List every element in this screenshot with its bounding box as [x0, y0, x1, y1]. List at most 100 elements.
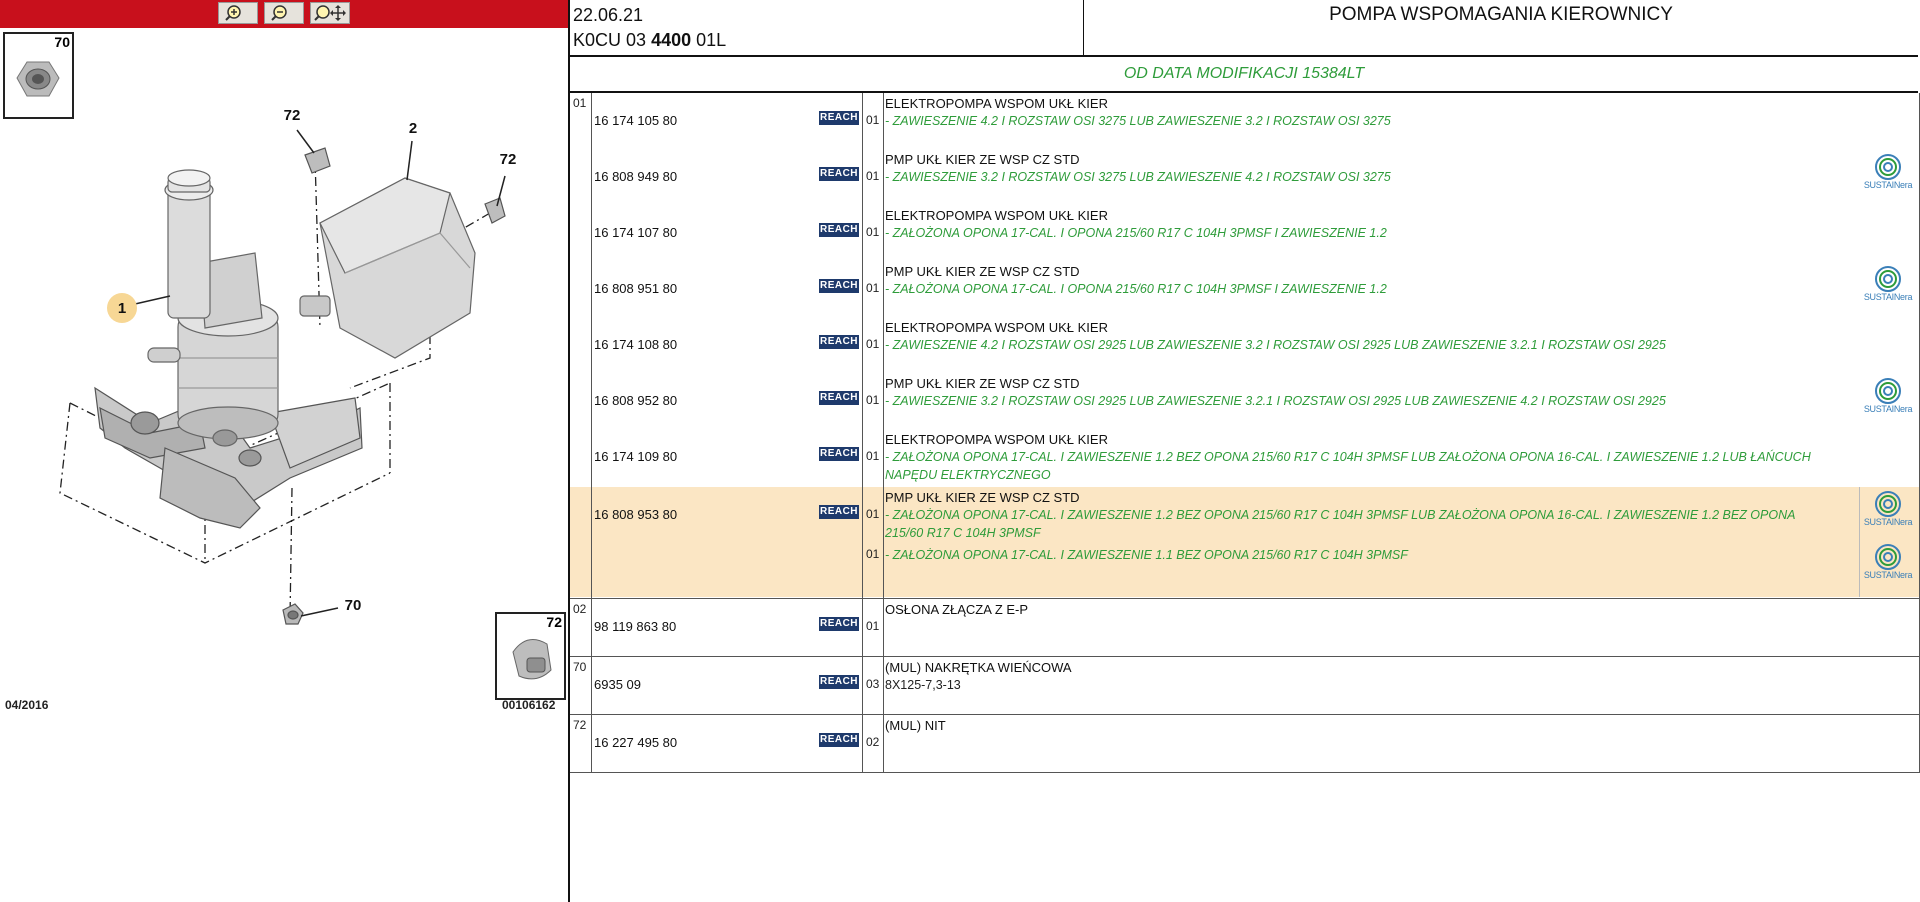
- part-title: ELEKTROPOMPA WSPOM UKŁ KIER: [885, 96, 1108, 111]
- column-divider: [862, 715, 863, 772]
- part-condition: 8X125-7,3-13: [885, 678, 961, 692]
- table-row[interactable]: 16 808 953 80 REACH 01 PMP UKŁ KIER ZE WSP …: [570, 487, 1919, 597]
- parts-table: 16 174 105 80 REACH 01 ELEKTROPOMPA WSPOM U…: [570, 93, 1920, 773]
- table-row[interactable]: 16 808 949 80 REACH 01 PMP UKŁ KIER ZE WSP …: [570, 149, 1919, 205]
- reach-badge: REACH: [819, 675, 859, 689]
- reach-badge: REACH: [819, 335, 859, 349]
- part-number[interactable]: 16 227 495 80: [594, 735, 677, 750]
- column-divider: [883, 657, 884, 714]
- table-row[interactable]: 16 174 105 80 REACH 01 ELEKTROPOMPA WSPOM U…: [570, 93, 1919, 149]
- callout-70[interactable]: 70: [345, 597, 362, 614]
- parts-header: 22.06.21 K0CU 03 4400 01L POMPA WSPOMAGA…: [570, 0, 1918, 57]
- sustainera-label: SUSTAINera: [1863, 292, 1913, 302]
- part-number[interactable]: 16 808 949 80: [594, 169, 677, 184]
- thumbnail-part-72[interactable]: 72: [495, 612, 566, 700]
- table-row[interactable]: 98 119 863 80 REACH 01 OSŁONA ZŁĄCZA Z E-P: [570, 599, 1919, 655]
- part-condition: - ZAWIESZENIE 4.2 I ROZSTAW OSI 3275 LUB…: [885, 114, 1391, 128]
- part-title: PMP UKŁ KIER ZE WSP CZ STD: [885, 152, 1080, 167]
- quantity: 01: [866, 169, 880, 183]
- page-title: POMPA WSPOMAGANIA KIEROWNICY: [1329, 4, 1673, 25]
- part-title: (MUL) NAKRĘTKA WIEŃCOWA: [885, 660, 1072, 675]
- part-number[interactable]: 16 174 107 80: [594, 225, 677, 240]
- table-row[interactable]: 6935 09 REACH 03 (MUL) NAKRĘTKA WIEŃCOWA 8X1…: [570, 657, 1919, 713]
- part-condition: - ZAŁOŻONA OPONA 17-CAL. I OPONA 215/60 …: [885, 226, 1387, 240]
- part-number[interactable]: 6935 09: [594, 677, 641, 692]
- quantity: 01: [866, 507, 880, 521]
- sustainera-icon: [1875, 544, 1901, 570]
- column-divider: [591, 599, 592, 656]
- callout-72b[interactable]: 72: [500, 151, 517, 168]
- zoom-in-button[interactable]: [218, 2, 258, 24]
- column-divider: [883, 599, 884, 656]
- quantity: 01: [866, 619, 880, 633]
- part-number[interactable]: 16 174 105 80: [594, 113, 677, 128]
- part-number[interactable]: 16 808 951 80: [594, 281, 677, 296]
- table-row[interactable]: 16 227 495 80 REACH 02 (MUL) NIT: [570, 715, 1919, 771]
- column-divider: [591, 657, 592, 714]
- group-ref-number: 72: [573, 718, 587, 732]
- callout-1[interactable]: 1: [118, 300, 126, 317]
- sustainera-badge[interactable]: SUSTAINera: [1860, 265, 1916, 315]
- part-group: 6935 09 REACH 03 (MUL) NAKRĘTKA WIEŃCOWA 8X1…: [570, 657, 1919, 715]
- part-title: PMP UKŁ KIER ZE WSP CZ STD: [885, 264, 1080, 279]
- table-row[interactable]: 16 808 951 80 REACH 01 PMP UKŁ KIER ZE WSP …: [570, 261, 1919, 317]
- quantity: 01: [866, 337, 880, 351]
- zoom-out-icon: [271, 5, 287, 21]
- part-title: ELEKTROPOMPA WSPOM UKŁ KIER: [885, 320, 1108, 335]
- column-divider: [862, 93, 863, 598]
- table-row[interactable]: 16 174 108 80 REACH 01 ELEKTROPOMPA WSPOM U…: [570, 317, 1919, 373]
- reach-badge: REACH: [819, 223, 859, 237]
- diagram-date: 04/2016: [5, 698, 49, 712]
- quantity: 02: [866, 735, 880, 749]
- reach-badge: REACH: [819, 279, 859, 293]
- column-divider: [591, 93, 592, 598]
- part-title: OSŁONA ZŁĄCZA Z E-P: [885, 602, 1029, 617]
- group-ref-number: 02: [573, 602, 587, 616]
- part-number[interactable]: 16 808 952 80: [594, 393, 677, 408]
- zoom-out-button[interactable]: [264, 2, 304, 24]
- part-group: 98 119 863 80 REACH 01 OSŁONA ZŁĄCZA Z E-P 0…: [570, 599, 1919, 657]
- sustainera-label: SUSTAINera: [1863, 404, 1913, 414]
- part-number[interactable]: 98 119 863 80: [594, 619, 676, 634]
- table-row[interactable]: 16 174 107 80 REACH 01 ELEKTROPOMPA WSPOM U…: [570, 205, 1919, 261]
- column-divider: [883, 715, 884, 772]
- part-number[interactable]: 16 174 108 80: [594, 337, 677, 352]
- reach-badge: REACH: [819, 111, 859, 125]
- callout-72a[interactable]: 72: [284, 107, 301, 124]
- part-title: ELEKTROPOMPA WSPOM UKŁ KIER: [885, 208, 1108, 223]
- part-condition: - ZAŁOŻONA OPONA 17-CAL. I ZAWIESZENIE 1…: [885, 450, 1811, 482]
- part-condition: - ZAWIESZENIE 3.2 I ROZSTAW OSI 2925 LUB…: [885, 394, 1666, 408]
- viewer-toolbar: [0, 0, 569, 28]
- reach-badge: REACH: [819, 447, 859, 461]
- sustainera-label: SUSTAINera: [1863, 570, 1913, 580]
- sustainera-badge[interactable]: SUSTAINera: [1860, 490, 1916, 540]
- part-title: PMP UKŁ KIER ZE WSP CZ STD: [885, 490, 1080, 505]
- reach-badge: REACH: [819, 391, 859, 405]
- part-number[interactable]: 16 174 109 80: [594, 449, 677, 464]
- sustainera-label: SUSTAINera: [1863, 517, 1913, 527]
- sustainera-icon: [1875, 491, 1901, 517]
- quantity: 01: [866, 449, 880, 463]
- sustainera-label: SUSTAINera: [1863, 180, 1913, 190]
- sustain-separator: [1859, 487, 1860, 597]
- part-title: ELEKTROPOMPA WSPOM UKŁ KIER: [885, 432, 1108, 447]
- sustainera-badge[interactable]: SUSTAINera: [1860, 153, 1916, 203]
- sustainera-badge[interactable]: SUSTAINera: [1860, 543, 1916, 593]
- table-row[interactable]: 16 808 952 80 REACH 01 PMP UKŁ KIER ZE WSP …: [570, 373, 1919, 429]
- reach-badge: REACH: [819, 617, 859, 631]
- column-divider: [883, 93, 884, 598]
- sustainera-icon: [1875, 266, 1901, 292]
- reach-badge: REACH: [819, 733, 859, 747]
- part-condition: - ZAWIESZENIE 4.2 I ROZSTAW OSI 2925 LUB…: [885, 338, 1666, 352]
- column-divider: [862, 657, 863, 714]
- table-row[interactable]: 16 174 109 80 REACH 01 ELEKTROPOMPA WSPOM U…: [570, 429, 1919, 487]
- header-code: K0CU 03 4400 01L: [573, 30, 727, 50]
- reach-badge: REACH: [819, 505, 859, 519]
- modification-banner: OD DATA MODIFIKACJI 15384LT: [570, 57, 1918, 93]
- quantity: 01: [866, 225, 880, 239]
- sustainera-badge[interactable]: SUSTAINera: [1860, 377, 1916, 427]
- callout-2[interactable]: 2: [409, 120, 417, 137]
- part-condition: - ZAWIESZENIE 3.2 I ROZSTAW OSI 3275 LUB…: [885, 170, 1391, 184]
- part-number[interactable]: 16 808 953 80: [594, 507, 677, 522]
- zoom-pan-button[interactable]: [310, 2, 350, 24]
